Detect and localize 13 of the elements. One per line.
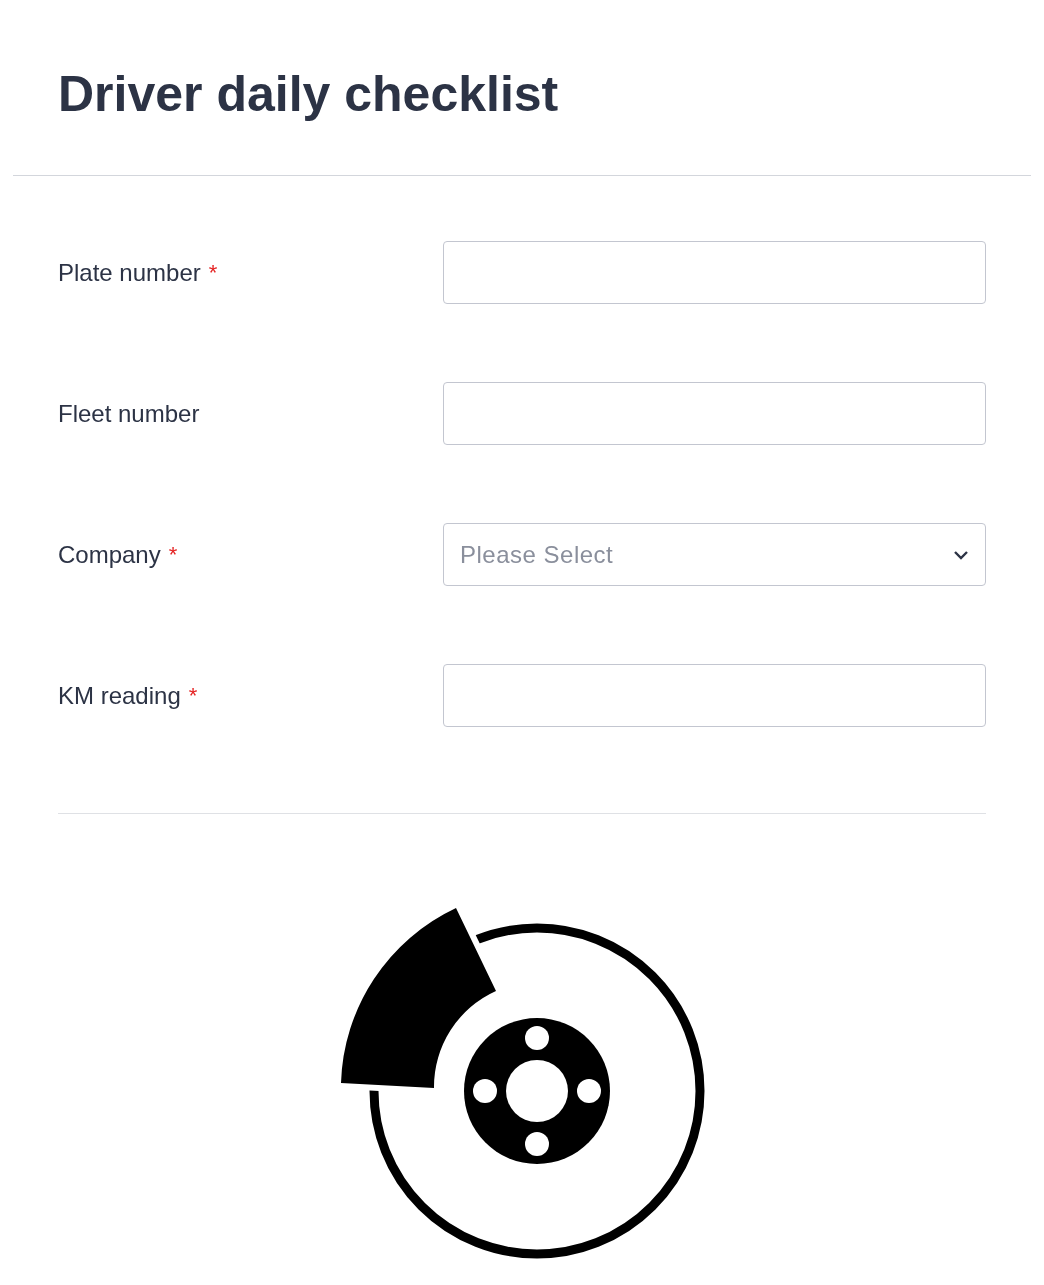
field-label: KM reading <box>58 681 181 710</box>
form-title: Driver daily checklist <box>58 65 559 124</box>
required-asterisk: * <box>208 259 218 286</box>
chevron-down-icon <box>953 549 969 560</box>
field-label: Plate number <box>58 258 201 287</box>
input-field[interactable] <box>443 382 986 445</box>
input-field[interactable] <box>443 241 986 304</box>
required-asterisk: * <box>168 541 178 568</box>
select-field[interactable]: Please Select <box>443 523 986 586</box>
field-label: Company <box>58 540 161 569</box>
input-field[interactable] <box>443 664 986 727</box>
required-asterisk: * <box>188 682 198 709</box>
field-label: Fleet number <box>58 399 200 428</box>
